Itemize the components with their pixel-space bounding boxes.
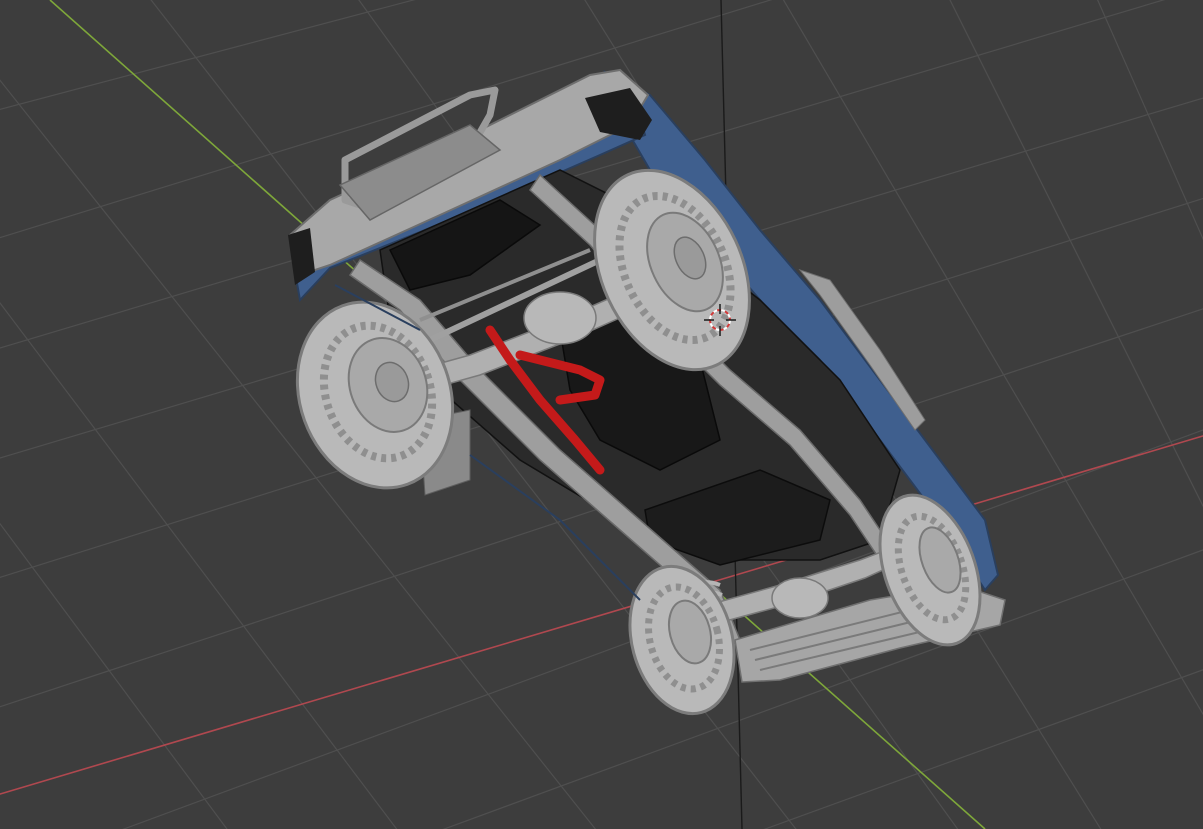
viewport-canvas[interactable]: [0, 0, 1203, 829]
front-differential: [523, 291, 597, 345]
3d-viewport[interactable]: [0, 0, 1203, 829]
tire-rear-left: [628, 564, 736, 716]
rear-differential: [771, 577, 829, 619]
vehicle-model[interactable]: [272, 68, 1006, 725]
